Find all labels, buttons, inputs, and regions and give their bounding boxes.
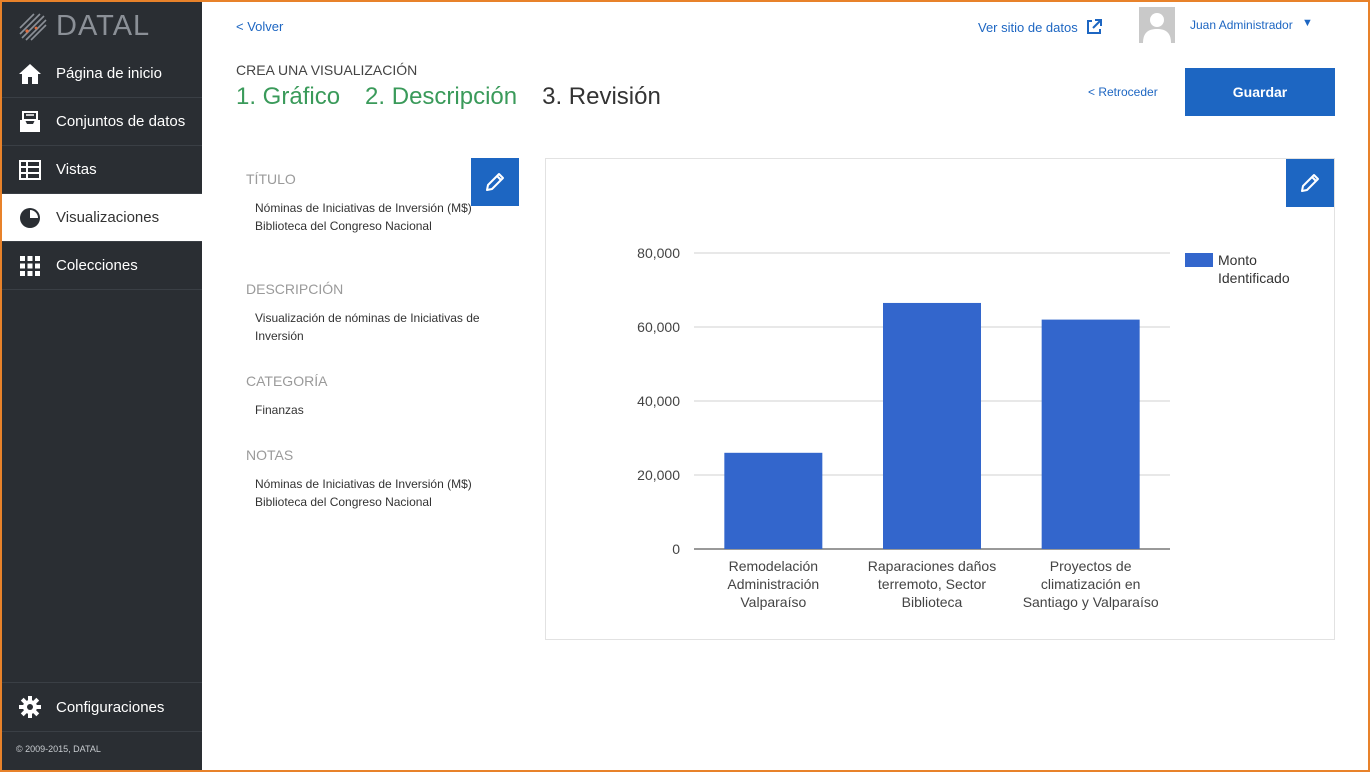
y-tick-label: 40,000: [637, 393, 680, 409]
view-data-site-link[interactable]: Ver sitio de datos: [978, 19, 1102, 35]
wizard-heading: CREA UNA VISUALIZACIÓN: [236, 62, 418, 78]
y-tick-label: 80,000: [637, 245, 680, 261]
pencil-icon: [486, 173, 504, 191]
notes-label: NOTAS: [246, 447, 294, 463]
y-tick-label: 20,000: [637, 467, 680, 483]
sidebar-settings-section: Configuraciones: [2, 682, 202, 732]
sidebar-item-label: Visualizaciones: [56, 209, 160, 226]
user-silhouette-icon: [1143, 13, 1171, 43]
x-tick-label: Raparaciones daños: [868, 558, 996, 574]
x-tick-label: Santiago y Valparaíso: [1023, 594, 1159, 610]
table-icon: [16, 156, 44, 184]
logo-text: DATAL: [56, 9, 151, 42]
gear-icon: [16, 693, 44, 721]
sidebar-item-home[interactable]: Página de inicio: [2, 50, 202, 98]
home-icon: [16, 60, 44, 88]
category-label: CATEGORÍA: [246, 373, 328, 389]
x-tick-label: Proyectos de: [1050, 558, 1132, 574]
notes-value: Nóminas de Iniciativas de Inversión (M$)…: [255, 477, 472, 509]
bar: [883, 302, 981, 549]
step-chart[interactable]: 1. Gráfico: [236, 83, 340, 111]
title-label: TÍTULO: [246, 171, 296, 187]
view-data-site-label: Ver sitio de datos: [978, 19, 1078, 35]
sidebar-item-datasets[interactable]: Conjuntos de datos: [2, 98, 202, 146]
wizard-steps: 1. Gráfico 2. Descripción 3. Revisión: [236, 83, 686, 111]
y-tick-label: 0: [672, 541, 680, 557]
bar: [1041, 319, 1140, 549]
back-link[interactable]: < Volver: [236, 19, 283, 34]
y-tick-label: 60,000: [637, 319, 680, 335]
pie-chart-icon: [16, 204, 44, 232]
logo-mark-icon: [19, 13, 47, 41]
pencil-icon: [1301, 174, 1319, 192]
copyright-text: © 2009-2015, DATAL: [16, 744, 101, 754]
user-menu-name[interactable]: Juan Administrador: [1190, 18, 1293, 32]
legend-label: Identificado: [1218, 270, 1290, 286]
sidebar-item-label: Colecciones: [56, 257, 138, 274]
x-tick-label: climatización en: [1041, 576, 1141, 592]
x-tick-label: Remodelación: [729, 558, 819, 574]
avatar[interactable]: [1139, 7, 1175, 43]
caret-down-icon[interactable]: ▼: [1302, 17, 1313, 29]
sidebar-item-settings[interactable]: Configuraciones: [2, 683, 202, 731]
sidebar-item-label: Página de inicio: [56, 65, 162, 82]
sidebar: DATAL Página de inicio Conjuntos de dato…: [2, 2, 202, 770]
sidebar-item-label: Vistas: [56, 161, 97, 178]
x-tick-label: Valparaíso: [740, 594, 806, 610]
sidebar-item-visualizations[interactable]: Visualizaciones: [2, 194, 202, 242]
category-value: Finanzas: [255, 403, 304, 417]
sidebar-item-collections[interactable]: Colecciones: [2, 242, 202, 290]
sidebar-item-label: Conjuntos de datos: [56, 113, 186, 130]
x-tick-label: terremoto, Sector: [878, 576, 986, 592]
previous-step-link[interactable]: < Retroceder: [1088, 85, 1158, 99]
x-tick-label: Biblioteca: [902, 594, 963, 610]
description-value: Visualización de nóminas de Iniciativas …: [255, 311, 480, 343]
external-link-icon: [1086, 19, 1102, 34]
chart-panel: 0 20,000 40,000 60,000 80,000 Remodelación Adm…: [545, 158, 1335, 640]
bar-chart: 0 20,000 40,000 60,000 80,000 Remodelación Adm…: [637, 245, 1290, 610]
step-review: 3. Revisión: [542, 83, 661, 110]
legend-label: Monto: [1218, 252, 1257, 268]
sidebar-item-views[interactable]: Vistas: [2, 146, 202, 194]
app-window: DATAL Página de inicio Conjuntos de dato…: [0, 0, 1370, 772]
x-tick-label: Administración: [727, 576, 819, 592]
edit-chart-button[interactable]: [1286, 159, 1334, 207]
title-value: Nóminas de Iniciativas de Inversión (M$)…: [255, 201, 472, 233]
sidebar-item-label: Configuraciones: [56, 698, 165, 716]
logo[interactable]: DATAL: [2, 2, 202, 50]
bar: [724, 452, 823, 549]
inbox-icon: [16, 108, 44, 136]
description-label: DESCRIPCIÓN: [246, 281, 344, 297]
grid-icon: [16, 252, 44, 280]
save-button[interactable]: Guardar: [1185, 68, 1335, 116]
legend-swatch: [1185, 253, 1213, 267]
step-description[interactable]: 2. Descripción: [365, 83, 517, 111]
